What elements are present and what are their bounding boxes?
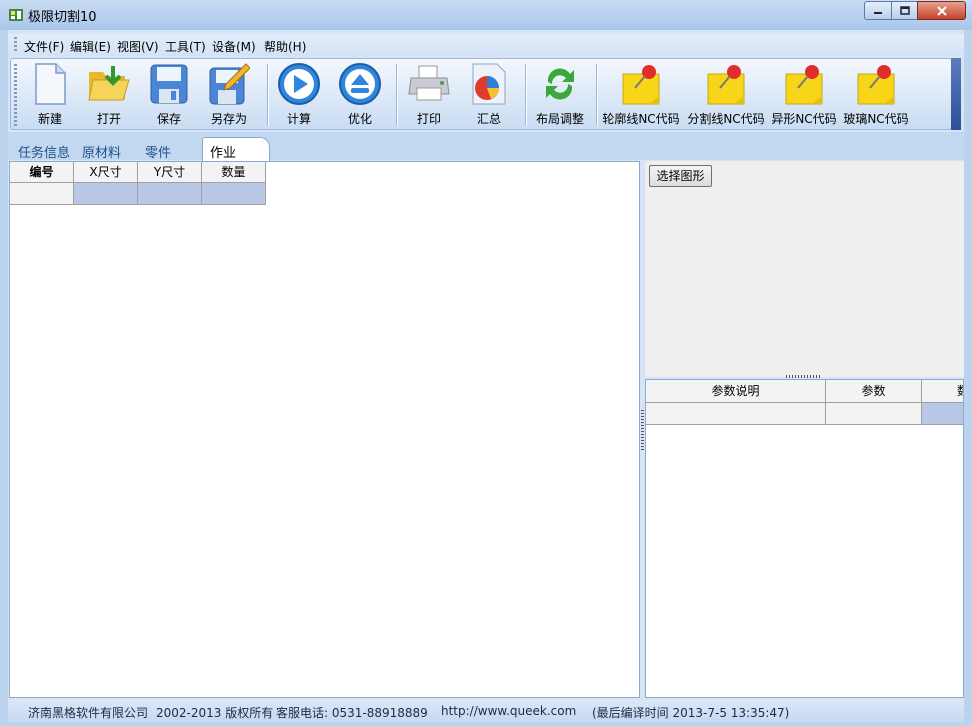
tab-job[interactable]: 作业 [210,142,236,161]
status-website[interactable]: http://www.queek.com [441,704,576,718]
table-cell[interactable] [646,403,826,425]
menu-help[interactable]: 帮助(H) [264,38,306,55]
new-file-icon [35,63,66,105]
col-header-param-desc[interactable]: 参数说明 [646,380,826,403]
outline-nc-button[interactable]: 轮廓线NC代码 [602,60,680,130]
open-label: 打开 [96,112,121,126]
cutline-nc-label: 分割线NC代码 [687,112,765,126]
menu-tools[interactable]: 工具(T) [165,38,206,55]
pushpin-note-icon [785,65,823,105]
col-header-param[interactable]: 参数 [826,380,922,403]
compute-button[interactable]: 计算 [276,60,322,130]
table-cell[interactable] [138,183,202,205]
table-cell[interactable] [826,403,922,425]
minimize-icon [874,11,882,14]
pie-chart-icon [472,63,506,105]
play-icon [278,63,320,105]
col-header-y-size[interactable]: Y尺寸 [138,162,202,183]
new-button[interactable]: 新建 [27,60,73,130]
preview-panel [645,161,964,377]
layout-adjust-label: 布局调整 [535,112,584,126]
col-header-x-size[interactable]: X尺寸 [74,162,138,183]
toolbar-separator [396,64,397,126]
status-company: 济南黑格软件有限公司 [28,706,149,720]
pushpin-note-icon [707,65,745,105]
app-icon [9,9,23,21]
print-button[interactable]: 打印 [406,60,452,130]
compute-label: 计算 [286,112,311,126]
save-as-label: 另存为 [210,112,247,126]
menu-file[interactable]: 文件(F) [24,38,64,55]
close-button[interactable] [917,1,966,20]
save-label: 保存 [156,112,181,126]
close-icon [936,5,947,16]
glass-nc-label: 玻璃NC代码 [843,112,909,126]
pushpin-note-icon [622,65,660,105]
summary-label: 汇总 [476,112,501,126]
menu-edit[interactable]: 编辑(E) [70,38,111,55]
save-as-button[interactable]: 另存为 [206,60,252,130]
menu-view[interactable]: 视图(V) [117,38,159,55]
tab-raw-material[interactable]: 原材料 [82,142,121,161]
window-title: 极限切割10 [28,10,97,25]
horizontal-splitter-grip[interactable] [786,375,822,378]
table-cell[interactable] [202,183,266,205]
param-grid-panel [645,379,964,698]
save-as-icon [209,63,250,105]
summary-button[interactable]: 汇总 [466,60,512,130]
open-folder-icon [88,66,130,101]
table-cell[interactable] [74,183,138,205]
print-label: 打印 [416,112,441,126]
toolbar-overflow-button[interactable] [951,58,961,130]
title-bar[interactable] [0,0,972,30]
col-header-quantity[interactable]: 数量 [202,162,266,183]
new-label: 新建 [37,112,62,126]
toolbar-separator [596,64,597,126]
toolbar-grip[interactable] [14,64,17,126]
save-disk-icon [150,64,188,104]
maximize-icon [899,6,910,15]
tab-task-info[interactable]: 任务信息 [18,142,70,161]
optimize-button[interactable]: 优化 [337,60,383,130]
shaped-nc-button[interactable]: 异形NC代码 [771,60,837,130]
save-button[interactable]: 保存 [146,60,192,130]
status-build-time: (最后编译时间 2013-7-5 13:35:47) [592,706,790,720]
col-header-id[interactable]: 编号 [10,162,74,183]
open-button[interactable]: 打开 [86,60,132,130]
refresh-icon [546,68,574,100]
menu-device[interactable]: 设备(M) [212,38,256,55]
table-row-header-cell[interactable] [10,183,74,205]
toolbar-separator [267,64,268,126]
printer-icon [408,65,450,101]
outline-nc-label: 轮廓线NC代码 [602,112,680,126]
job-grid-panel [9,161,640,698]
select-shape-button[interactable]: 选择图形 [649,165,712,187]
status-phone: 客服电话: 0531-88918889 [276,706,428,720]
toolbar-separator [525,64,526,126]
status-copyright: 2002-2013 版权所有 [156,706,274,720]
pushpin-note-icon [857,65,895,105]
splitter-grip[interactable] [641,410,644,450]
cutline-nc-button[interactable]: 分割线NC代码 [687,60,765,130]
optimize-label: 优化 [347,112,372,126]
layout-adjust-button[interactable]: 布局调整 [532,60,588,130]
eject-icon [339,63,381,105]
table-cell[interactable] [922,403,963,425]
shaped-nc-label: 异形NC代码 [771,112,837,126]
col-header-partial[interactable]: 数 [922,380,963,403]
minimize-button[interactable] [864,1,892,20]
menu-grip [14,37,17,53]
glass-nc-button[interactable]: 玻璃NC代码 [843,60,909,130]
maximize-button[interactable] [891,1,918,20]
tab-parts[interactable]: 零件 [145,142,171,161]
